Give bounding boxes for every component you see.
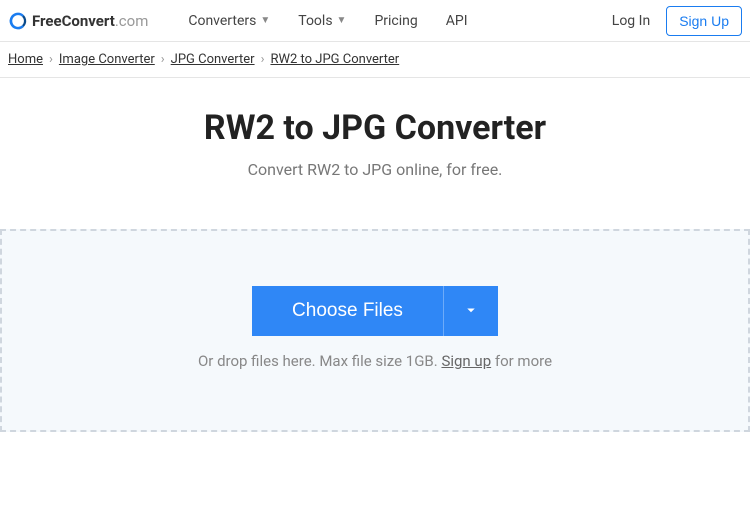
breadcrumb-separator: › (161, 52, 165, 67)
chevron-down-icon: ▼ (337, 15, 347, 26)
logo-icon (8, 11, 28, 31)
signup-button[interactable]: Sign Up (666, 6, 742, 36)
choose-files-dropdown[interactable] (443, 286, 498, 336)
breadcrumb-separator: › (49, 52, 53, 67)
logo-text: FreeConvert.com (32, 12, 148, 30)
choose-files-button[interactable]: Choose Files (252, 286, 443, 336)
chevron-down-icon: ▼ (260, 15, 270, 26)
nav-label: API (446, 13, 468, 29)
nav-converters[interactable]: Converters ▼ (188, 13, 270, 29)
breadcrumb-separator: › (261, 52, 265, 67)
file-dropzone[interactable]: Choose Files Or drop files here. Max fil… (0, 229, 750, 432)
logo[interactable]: FreeConvert.com (8, 11, 148, 31)
nav: Converters ▼ Tools ▼ Pricing API (188, 13, 611, 29)
login-link[interactable]: Log In (612, 13, 650, 29)
signup-link-inline[interactable]: Sign up (441, 352, 491, 370)
hero: RW2 to JPG Converter Convert RW2 to JPG … (0, 78, 750, 229)
breadcrumb-image-converter[interactable]: Image Converter (59, 52, 155, 67)
nav-pricing[interactable]: Pricing (374, 13, 417, 29)
dropzone-hint: Or drop files here. Max file size 1GB. S… (2, 352, 748, 370)
hint-prefix: Or drop files here. Max file size 1GB. (198, 352, 442, 370)
chevron-down-icon (462, 301, 480, 322)
nav-label: Converters (188, 13, 256, 29)
breadcrumb-jpg-converter[interactable]: JPG Converter (171, 52, 255, 67)
hint-suffix: for more (491, 352, 552, 370)
nav-label: Tools (298, 13, 332, 29)
nav-tools[interactable]: Tools ▼ (298, 13, 346, 29)
nav-label: Pricing (374, 13, 417, 29)
nav-api[interactable]: API (446, 13, 468, 29)
header: FreeConvert.com Converters ▼ Tools ▼ Pri… (0, 0, 750, 42)
page-title: RW2 to JPG Converter (0, 108, 750, 148)
page-subtitle: Convert RW2 to JPG online, for free. (0, 160, 750, 179)
breadcrumb-home[interactable]: Home (8, 52, 43, 67)
choose-files-group: Choose Files (252, 286, 498, 336)
breadcrumb-current[interactable]: RW2 to JPG Converter (270, 52, 399, 67)
auth: Log In Sign Up (612, 6, 742, 36)
breadcrumb: Home › Image Converter › JPG Converter ›… (0, 42, 750, 78)
